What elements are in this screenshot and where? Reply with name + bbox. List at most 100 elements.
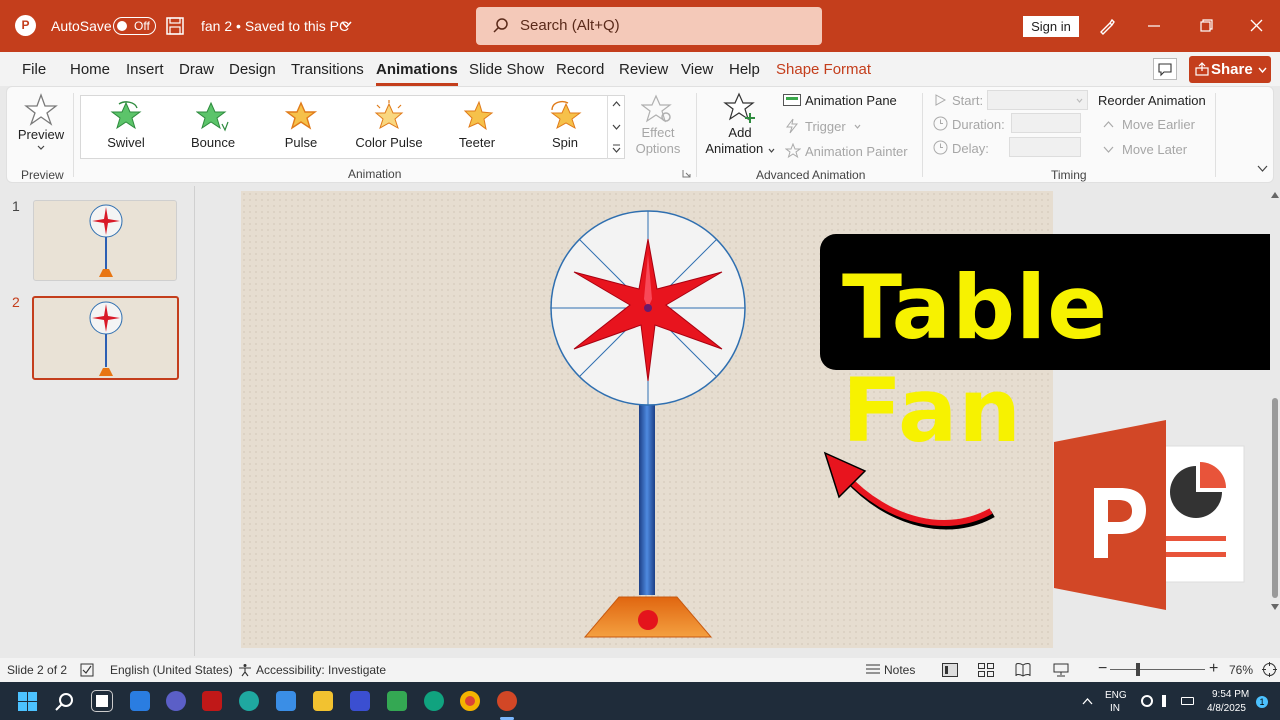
widgets-icon[interactable] bbox=[130, 691, 150, 711]
chevron-up-icon[interactable] bbox=[1082, 698, 1093, 705]
chatgpt-icon[interactable] bbox=[424, 691, 444, 711]
spelling-check-icon[interactable] bbox=[80, 663, 94, 677]
tab-transitions[interactable]: Transitions bbox=[291, 61, 364, 78]
save-icon[interactable] bbox=[166, 17, 184, 35]
tab-help[interactable]: Help bbox=[729, 61, 760, 78]
add-animation-button[interactable]: Add Animation bbox=[701, 91, 779, 163]
gallery-up-icon[interactable] bbox=[612, 101, 621, 107]
start-select[interactable] bbox=[987, 90, 1088, 110]
fan-thumbnail-image bbox=[89, 204, 123, 277]
reading-view-icon[interactable] bbox=[1015, 663, 1031, 677]
scroll-down-icon[interactable] bbox=[1271, 604, 1279, 610]
edge-icon[interactable] bbox=[239, 691, 259, 711]
tab-home[interactable]: Home bbox=[70, 61, 110, 78]
tab-view[interactable]: View bbox=[681, 61, 713, 78]
dialog-launcher-icon[interactable] bbox=[682, 169, 691, 178]
slide-sorter-icon[interactable] bbox=[978, 663, 994, 677]
zoom-in-button[interactable]: + bbox=[1209, 660, 1218, 678]
group-divider bbox=[73, 93, 74, 177]
chevron-down-icon bbox=[1103, 146, 1114, 153]
sign-in-button[interactable]: Sign in bbox=[1023, 16, 1079, 37]
collapse-ribbon-icon[interactable] bbox=[1257, 165, 1268, 172]
language-label[interactable]: English (United States) bbox=[110, 663, 233, 677]
tab-shape-format[interactable]: Shape Format bbox=[776, 61, 871, 78]
panel-divider[interactable] bbox=[194, 186, 195, 656]
animation-spin[interactable]: Spin bbox=[520, 96, 610, 160]
zoom-slider-thumb[interactable] bbox=[1136, 663, 1140, 676]
share-label: Share bbox=[1211, 61, 1253, 78]
scroll-thumb[interactable] bbox=[1272, 398, 1278, 598]
slide-thumbnail-1[interactable] bbox=[33, 200, 177, 281]
animation-color-pulse[interactable]: Color Pulse bbox=[344, 96, 434, 160]
wifi-icon[interactable] bbox=[1141, 695, 1153, 707]
reorder-animation-label: Reorder Animation bbox=[1098, 93, 1206, 108]
share-button[interactable]: Share bbox=[1189, 56, 1271, 83]
gallery-down-icon[interactable] bbox=[612, 124, 621, 130]
title-bar: P AutoSave Off fan 2 • Saved to this PC … bbox=[0, 0, 1280, 52]
input-language[interactable]: ENG bbox=[1105, 690, 1127, 701]
search-icon[interactable] bbox=[55, 692, 74, 711]
effect-options-button[interactable]: Effect Options bbox=[627, 93, 689, 163]
tab-draw[interactable]: Draw bbox=[179, 61, 214, 78]
file-explorer-icon[interactable] bbox=[313, 691, 333, 711]
notes-button[interactable]: Notes bbox=[884, 663, 915, 677]
vertical-scrollbar[interactable] bbox=[1270, 186, 1280, 656]
animation-pulse[interactable]: Pulse bbox=[256, 96, 346, 160]
task-view-icon[interactable] bbox=[91, 690, 113, 712]
normal-view-icon[interactable] bbox=[942, 663, 958, 677]
preview-group-label: Preview bbox=[21, 168, 64, 182]
minimize-icon[interactable] bbox=[1148, 25, 1160, 27]
volume-icon[interactable] bbox=[1162, 695, 1174, 707]
table-fan-illustration[interactable] bbox=[541, 209, 755, 641]
scroll-up-icon[interactable] bbox=[1271, 192, 1279, 198]
clock-time[interactable]: 9:54 PM bbox=[1212, 689, 1249, 700]
tab-slide-show[interactable]: Slide Show bbox=[469, 61, 544, 78]
chevron-down-icon[interactable] bbox=[341, 21, 352, 29]
zoom-out-button[interactable]: − bbox=[1098, 660, 1107, 678]
windows-start-icon[interactable] bbox=[18, 692, 37, 711]
tab-design[interactable]: Design bbox=[229, 61, 276, 78]
animation-painter-label: Animation Painter bbox=[805, 144, 908, 159]
autosave-toggle[interactable]: Off bbox=[113, 17, 156, 35]
powerpoint-taskbar-icon[interactable] bbox=[497, 691, 517, 711]
store-icon[interactable] bbox=[276, 691, 296, 711]
trigger-label: Trigger bbox=[805, 119, 846, 134]
designer-pen-icon[interactable] bbox=[1098, 17, 1116, 35]
tab-review[interactable]: Review bbox=[619, 61, 668, 78]
preview-button[interactable]: Preview bbox=[13, 91, 69, 161]
app-icon[interactable] bbox=[350, 691, 370, 711]
group-divider bbox=[1215, 93, 1216, 177]
notification-badge[interactable]: 1 bbox=[1256, 696, 1268, 708]
swivel-icon bbox=[110, 101, 142, 130]
animation-teeter[interactable]: Teeter bbox=[432, 96, 522, 160]
animation-bounce[interactable]: Bounce bbox=[168, 96, 258, 160]
comments-icon[interactable] bbox=[1153, 58, 1177, 80]
animation-swivel[interactable]: Swivel bbox=[81, 96, 171, 160]
chrome-icon[interactable] bbox=[460, 691, 480, 711]
search-box[interactable]: Search (Alt+Q) bbox=[476, 7, 822, 45]
clock-date[interactable]: 4/8/2025 bbox=[1207, 703, 1246, 714]
chat-icon[interactable] bbox=[166, 691, 186, 711]
accessibility-status[interactable]: Accessibility: Investigate bbox=[256, 663, 386, 677]
tab-insert[interactable]: Insert bbox=[126, 61, 164, 78]
fit-to-window-icon[interactable] bbox=[1262, 662, 1277, 677]
document-title[interactable]: fan 2 • Saved to this PC bbox=[201, 18, 349, 34]
slide-thumbnail-2[interactable] bbox=[32, 296, 179, 380]
duration-input[interactable] bbox=[1011, 113, 1081, 133]
zoom-slider-track[interactable] bbox=[1110, 669, 1205, 670]
delay-input[interactable] bbox=[1009, 137, 1081, 157]
play-store-icon[interactable] bbox=[387, 691, 407, 711]
spin-icon bbox=[550, 101, 582, 130]
restore-icon[interactable] bbox=[1200, 19, 1213, 32]
close-icon[interactable] bbox=[1250, 19, 1263, 32]
zoom-level[interactable]: 76% bbox=[1229, 663, 1253, 677]
toggle-knob bbox=[117, 21, 127, 31]
mcafee-icon[interactable] bbox=[202, 691, 222, 711]
move-earlier-label: Move Earlier bbox=[1122, 117, 1195, 132]
tab-record[interactable]: Record bbox=[556, 61, 604, 78]
gallery-more-icon[interactable] bbox=[612, 144, 621, 153]
battery-icon[interactable] bbox=[1181, 697, 1194, 705]
tab-file[interactable]: File bbox=[22, 61, 46, 78]
tab-animations[interactable]: Animations bbox=[376, 61, 458, 86]
slideshow-icon[interactable] bbox=[1053, 663, 1069, 677]
